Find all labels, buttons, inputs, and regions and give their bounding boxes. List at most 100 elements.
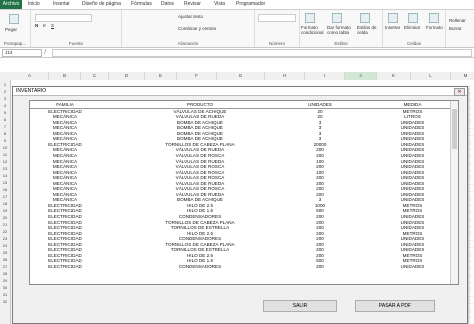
- italic-button[interactable]: K: [43, 23, 46, 28]
- menu-tab-7[interactable]: Programador: [236, 0, 265, 9]
- column-header-A[interactable]: A: [11, 72, 49, 80]
- menu-tab-4[interactable]: Datos: [161, 0, 174, 9]
- row-header[interactable]: 5: [0, 109, 10, 116]
- row-header[interactable]: 21: [0, 221, 10, 228]
- column-header-J[interactable]: J: [345, 72, 377, 80]
- column-header-L[interactable]: L: [411, 72, 451, 80]
- column-header-M[interactable]: M: [451, 72, 474, 80]
- vertical-scrollbar[interactable]: [450, 101, 458, 284]
- row-header[interactable]: 24: [0, 242, 10, 249]
- conditional-format-icon[interactable]: [305, 13, 315, 23]
- merge-center-button[interactable]: Combinar y centrar: [178, 26, 216, 31]
- row-header[interactable]: 19: [0, 207, 10, 214]
- row-header[interactable]: 12: [0, 158, 10, 165]
- exit-button[interactable]: SALIR: [263, 300, 337, 312]
- wrap-text-button[interactable]: Ajustar texto: [178, 14, 203, 19]
- formula-input[interactable]: [52, 49, 472, 57]
- close-icon[interactable]: ✕: [454, 88, 465, 96]
- clipboard-group: Pegar Portapap...: [0, 10, 31, 47]
- row-header[interactable]: 11: [0, 151, 10, 158]
- row-header[interactable]: 25: [0, 249, 10, 256]
- row-header[interactable]: 32: [0, 298, 10, 305]
- row-header[interactable]: 3: [0, 95, 10, 102]
- paste-icon[interactable]: [9, 14, 19, 24]
- row-header[interactable]: 4: [0, 102, 10, 109]
- row-header[interactable]: 13: [0, 165, 10, 172]
- row-header[interactable]: 31: [0, 291, 10, 298]
- menu-tab-3[interactable]: Fórmulas: [131, 0, 152, 9]
- list-item[interactable]: ELECTRICIDAD CONDENSADORES 200 UNIDADES: [30, 264, 450, 270]
- styles-group: Formato condicional Dar formato como tab…: [300, 10, 383, 47]
- list-cell: UNIDADES: [400, 263, 425, 269]
- row-header[interactable]: 28: [0, 270, 10, 277]
- clear-button[interactable]: Borrar: [449, 26, 462, 31]
- pdf-button[interactable]: PASAR A PDF: [355, 300, 435, 312]
- column-header-F[interactable]: F: [177, 72, 217, 80]
- row-header[interactable]: 16: [0, 186, 10, 193]
- column-header-C[interactable]: C: [81, 72, 109, 80]
- scrollbar-thumb[interactable]: [452, 109, 457, 149]
- alignment-label: Alineación: [177, 41, 199, 46]
- row-header[interactable]: 10: [0, 144, 10, 151]
- paste-button[interactable]: Pegar: [5, 27, 17, 32]
- bold-button[interactable]: N: [35, 23, 38, 28]
- inventory-form: INVENTARIO ✕ FAMILIA PRODUCTO UNIDADES MEDI…: [12, 86, 468, 324]
- row-header[interactable]: 7: [0, 123, 10, 130]
- column-header-B[interactable]: B: [49, 72, 81, 80]
- inventory-listbox[interactable]: FAMILIA PRODUCTO UNIDADES MEDIDA ELECTRICIDA…: [29, 100, 459, 285]
- form-title: INVENTARIO: [16, 88, 47, 94]
- row-header[interactable]: 8: [0, 130, 10, 137]
- row-header[interactable]: 30: [0, 284, 10, 291]
- row-header[interactable]: 17: [0, 193, 10, 200]
- column-header-G[interactable]: G: [217, 72, 265, 80]
- row-header[interactable]: 27: [0, 263, 10, 270]
- column-header-K[interactable]: K: [377, 72, 411, 80]
- row-header[interactable]: 18: [0, 200, 10, 207]
- row-header[interactable]: 29: [0, 277, 10, 284]
- number-group: Número: [255, 10, 300, 47]
- row-header[interactable]: 14: [0, 172, 10, 179]
- row-header[interactable]: 22: [0, 228, 10, 235]
- column-header-H[interactable]: H: [265, 72, 305, 80]
- number-format-box[interactable]: [258, 14, 296, 22]
- menu-tab-6[interactable]: Vista: [214, 0, 225, 9]
- fill-button[interactable]: Rellenar: [449, 18, 466, 23]
- row-header[interactable]: 20: [0, 214, 10, 221]
- format-icon[interactable]: [429, 13, 439, 23]
- font-name-box[interactable]: [35, 14, 92, 22]
- menu-tab-0[interactable]: Inicio: [28, 0, 40, 9]
- column-header-D[interactable]: D: [109, 72, 145, 80]
- menu-tab-1[interactable]: Insertar: [53, 0, 70, 9]
- menu-tab-5[interactable]: Revisar: [184, 0, 201, 9]
- column-header-E[interactable]: E: [145, 72, 177, 80]
- row-header[interactable]: 6: [0, 116, 10, 123]
- delete-button[interactable]: Eliminar: [404, 25, 420, 30]
- insert-button[interactable]: Insertar: [385, 25, 400, 30]
- delete-icon[interactable]: [408, 13, 418, 23]
- cell-styles-icon[interactable]: [360, 13, 370, 23]
- row-header[interactable]: 9: [0, 137, 10, 144]
- row-header[interactable]: 23: [0, 235, 10, 242]
- menu-tab-2[interactable]: Diseño de página: [82, 0, 121, 9]
- form-titlebar[interactable]: INVENTARIO ✕: [13, 87, 467, 96]
- conditional-format-button[interactable]: Formato condicional: [301, 25, 327, 35]
- number-label: Número: [268, 41, 285, 46]
- list-column-header: PRODUCTO: [186, 102, 214, 107]
- row-header[interactable]: 2: [0, 88, 10, 95]
- cell-styles-button[interactable]: Estilos de celda: [357, 25, 381, 35]
- ribbon: Pegar Portapap... N K S Fuente Ajustar t…: [0, 10, 474, 48]
- insert-icon[interactable]: [388, 13, 398, 23]
- table-format-icon[interactable]: [332, 13, 342, 23]
- list-cell: CONDENSADORES: [178, 263, 222, 269]
- format-as-table-button[interactable]: Dar formato como tabla: [327, 25, 355, 35]
- row-header[interactable]: 1: [0, 81, 10, 88]
- column-header-I[interactable]: I: [305, 72, 345, 80]
- format-button[interactable]: Formato: [426, 25, 443, 30]
- underline-button[interactable]: S: [51, 23, 54, 28]
- row-header[interactable]: 26: [0, 256, 10, 263]
- list-column-header: MEDIDA: [403, 102, 422, 107]
- row-header[interactable]: 15: [0, 179, 10, 186]
- name-box[interactable]: J14: [2, 49, 42, 57]
- file-tab[interactable]: Archivo: [0, 0, 22, 9]
- list-cell: ELECTRICIDAD: [48, 263, 82, 269]
